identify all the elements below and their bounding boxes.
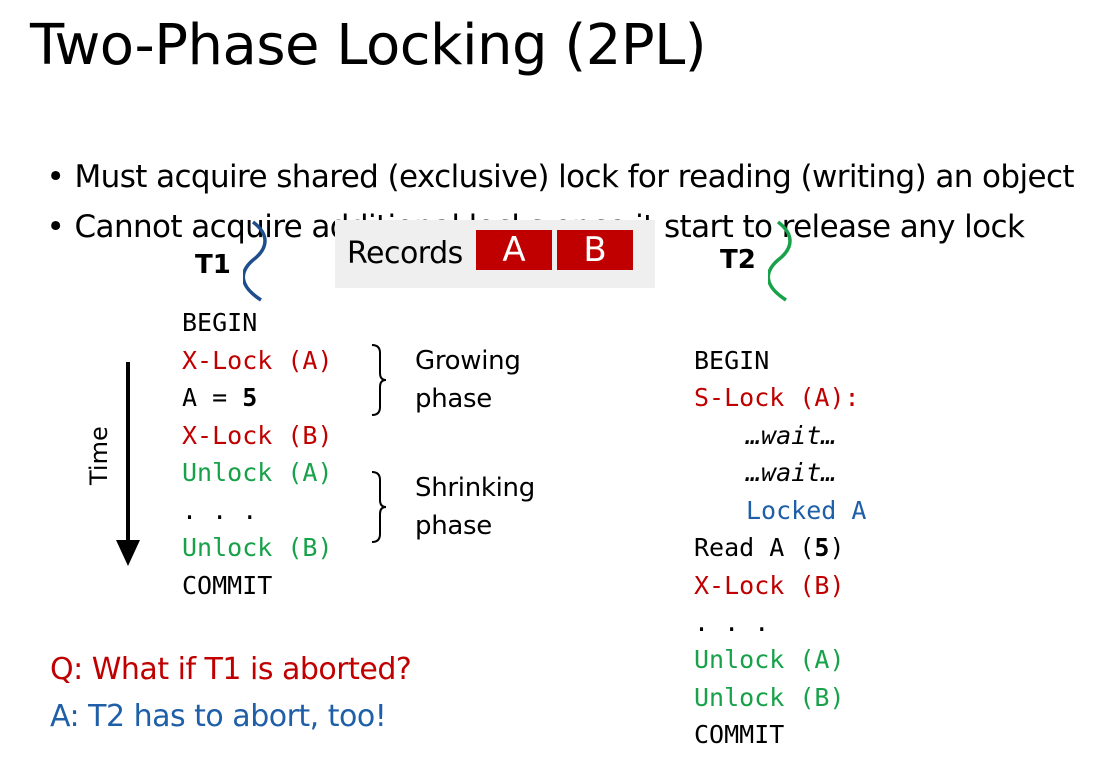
t2-begin: BEGIN	[694, 346, 770, 375]
t2-label: T2	[720, 245, 756, 275]
t2-wait-2: …wait…	[746, 458, 837, 487]
slide-title: Two-Phase Locking (2PL)	[30, 13, 707, 78]
t1-assign-value: 5	[242, 383, 258, 412]
t2-read-a: Read A (5)	[694, 533, 845, 563]
t1-unlock-b: Unlock (B)	[182, 533, 333, 562]
t1-label: T1	[195, 250, 231, 280]
growing-phase-label: Growing phase	[415, 342, 521, 418]
t2-commit: COMMIT	[694, 720, 785, 749]
growing-line-2: phase	[415, 384, 492, 414]
t1-begin: BEGIN	[182, 308, 258, 337]
t1-ellipsis: . . .	[182, 496, 258, 525]
t1-xlock-b: X-Lock (B)	[182, 421, 333, 450]
t1-squiggle-icon	[243, 220, 267, 302]
records-label: Records	[347, 236, 463, 271]
t1-unlock-a: Unlock (A)	[182, 458, 333, 487]
answer-text: A: T2 has to abort, too!	[50, 699, 387, 734]
t2-ellipsis: . . .	[694, 608, 770, 637]
t2-unlock-a: Unlock (A)	[694, 645, 845, 674]
shrinking-brace-icon	[371, 471, 387, 543]
t2-unlock-b: Unlock (B)	[694, 683, 845, 712]
growing-brace-icon	[371, 344, 387, 416]
bullet-dot-icon: •	[46, 209, 65, 245]
t2-read-value: 5	[814, 533, 830, 562]
t2-xlock-b: X-Lock (B)	[694, 571, 845, 600]
t1-xlock-a: X-Lock (A)	[182, 346, 333, 375]
t2-read-suffix: )	[829, 533, 845, 562]
time-arrow-icon	[116, 362, 140, 566]
t2-locked-a: Locked A	[746, 496, 867, 525]
t2-slock-a: S-Lock (A):	[694, 383, 860, 412]
t2-squiggle-icon	[768, 220, 792, 302]
record-cell-a: A	[476, 230, 552, 270]
t1-assign: A = 5	[182, 383, 257, 413]
time-label: Time	[85, 426, 113, 485]
t2-wait-1: …wait…	[746, 421, 837, 450]
shrinking-line-1: Shrinking	[415, 473, 535, 503]
shrinking-phase-label: Shrinking phase	[415, 469, 535, 545]
question-text: Q: What if T1 is aborted?	[50, 652, 412, 687]
t2-read-prefix: Read A (	[694, 533, 815, 562]
t1-assign-lhs: A =	[182, 383, 243, 412]
shrinking-line-2: phase	[415, 511, 492, 541]
record-cell-b: B	[557, 230, 633, 270]
t1-commit: COMMIT	[182, 571, 273, 600]
growing-line-1: Growing	[415, 346, 521, 376]
